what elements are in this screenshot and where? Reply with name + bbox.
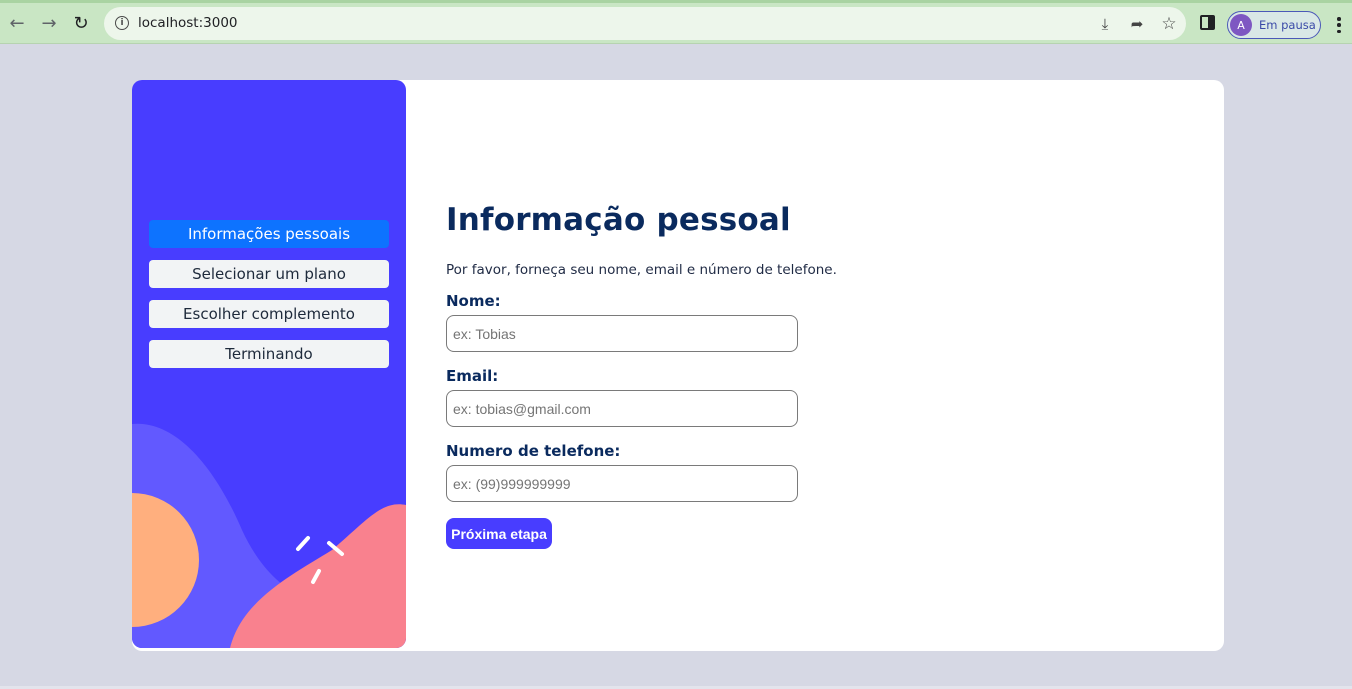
steps-sidebar: Informações pessoais Selecionar um plano… bbox=[132, 80, 406, 648]
info-icon[interactable]: i bbox=[115, 16, 129, 30]
url-text[interactable]: localhost:3000 bbox=[138, 15, 238, 31]
avatar: A bbox=[1230, 14, 1252, 36]
share-icon[interactable]: ➦ bbox=[1126, 13, 1148, 35]
back-arrow-icon[interactable]: ← bbox=[5, 12, 29, 36]
more-menu-icon[interactable] bbox=[1333, 15, 1345, 35]
phone-input[interactable] bbox=[446, 465, 798, 502]
step-personal-info[interactable]: Informações pessoais bbox=[149, 220, 389, 248]
forward-arrow-icon[interactable]: → bbox=[37, 12, 61, 36]
browser-toolbar: ← → ↻ i localhost:3000 ⤓ ➦ ☆ A Em pausa bbox=[0, 0, 1352, 44]
step-choose-addon[interactable]: Escolher complemento bbox=[149, 300, 389, 328]
step-select-plan[interactable]: Selecionar um plano bbox=[149, 260, 389, 288]
phone-label: Numero de telefone: bbox=[446, 442, 621, 460]
step-finishing[interactable]: Terminando bbox=[149, 340, 389, 368]
name-input[interactable] bbox=[446, 315, 798, 352]
install-app-icon[interactable]: ⤓ bbox=[1094, 13, 1116, 35]
profile-button[interactable]: A Em pausa bbox=[1227, 11, 1321, 39]
page-title: Informação pessoal bbox=[446, 202, 791, 238]
email-input[interactable] bbox=[446, 390, 798, 427]
side-panel-icon[interactable] bbox=[1200, 15, 1215, 30]
sparkle-line bbox=[296, 536, 310, 551]
profile-status-label: Em pausa bbox=[1259, 18, 1316, 32]
address-bar[interactable]: i localhost:3000 ⤓ ➦ ☆ bbox=[104, 7, 1186, 40]
name-label: Nome: bbox=[446, 292, 501, 310]
next-step-button[interactable]: Próxima etapa bbox=[446, 518, 552, 549]
page-subtitle: Por favor, forneça seu nome, email e núm… bbox=[446, 262, 837, 278]
email-label: Email: bbox=[446, 367, 499, 385]
bookmark-star-icon[interactable]: ☆ bbox=[1158, 13, 1180, 35]
reload-icon[interactable]: ↻ bbox=[69, 12, 93, 36]
